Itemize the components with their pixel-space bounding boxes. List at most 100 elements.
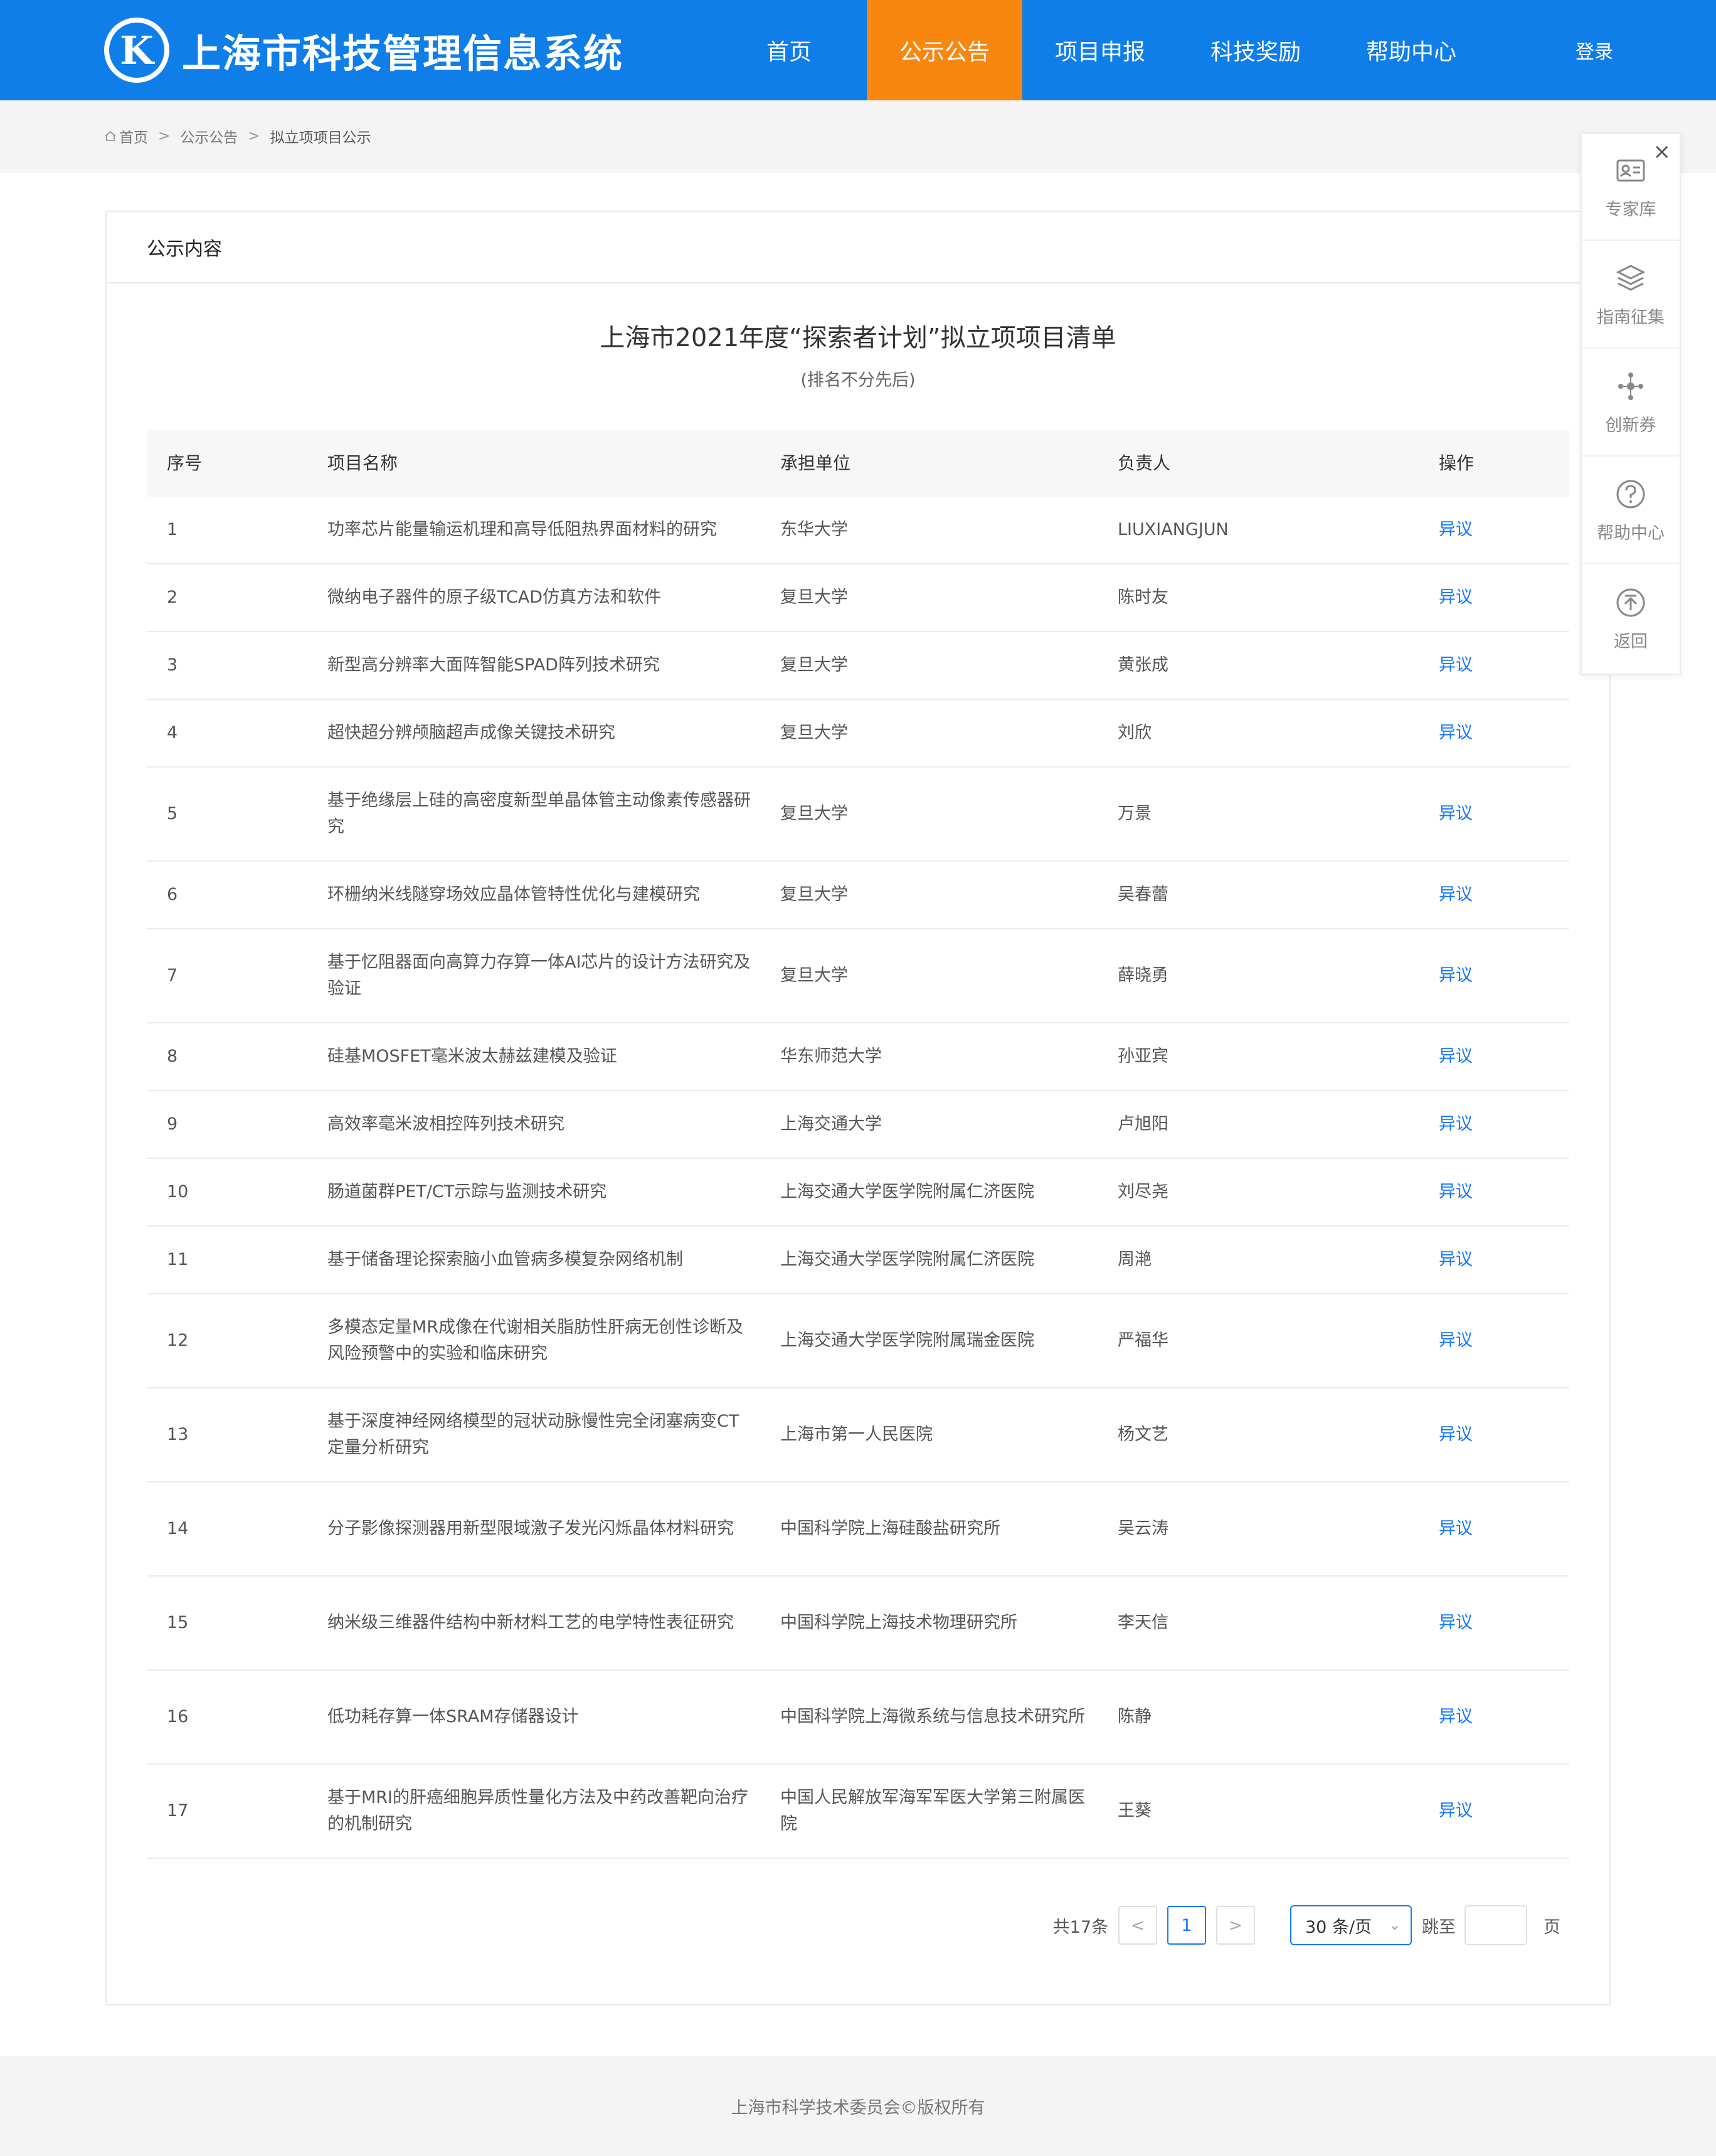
row-number: 15 — [167, 1613, 189, 1632]
id-card-icon — [1616, 159, 1645, 181]
table-row: 17 基于MRI的肝癌细胞异质性量化方法及中药改善靶向治疗的机制研究 中国人民解… — [147, 1765, 1569, 1859]
objection-link[interactable]: 异议 — [1439, 1247, 1473, 1273]
project-unit: 华东师范大学 — [780, 1047, 882, 1066]
project-name: 基于储备理论探索脑小血管病多模复杂网络机制 — [327, 1250, 683, 1269]
project-name: 多模态定量MR成像在代谢相关脂肪性肝病无创性诊断及风险预警中的实验和临床研究 — [327, 1318, 744, 1363]
breadcrumb-announcements[interactable]: 公示公告 — [180, 125, 238, 147]
side-float-menu: × 专家库 指南征集 创新券 帮助中心 返回 — [1581, 133, 1681, 675]
table-row: 9 高效率毫米波相控阵列技术研究 上海交通大学 卢旭阳 异议 — [147, 1091, 1569, 1159]
project-name: 高效率毫米波相控阵列技术研究 — [327, 1114, 564, 1134]
objection-link[interactable]: 异议 — [1439, 584, 1473, 611]
objection-link[interactable]: 异议 — [1439, 963, 1473, 989]
site-title: 上海市科技管理信息系统 — [182, 31, 624, 77]
objection-link[interactable]: 异议 — [1439, 720, 1473, 746]
row-number: 6 — [167, 885, 178, 904]
breadcrumb-home[interactable]: 首页 — [119, 125, 148, 147]
project-unit: 东华大学 — [780, 520, 848, 539]
side-item-innovation-voucher[interactable]: 创新券 — [1582, 350, 1680, 457]
pagination: 共17条 < 1 > 30 条/页 ⌄ 跳至 页 — [1053, 1905, 1560, 1945]
project-leader: 刘欣 — [1118, 723, 1152, 742]
project-name: 新型高分辨率大面阵智能SPAD阵列技术研究 — [327, 655, 660, 675]
objection-link[interactable]: 异议 — [1439, 1044, 1473, 1070]
project-table: 序号 项目名称 承担单位 负责人 操作 1 功率芯片能量输运机理和高导低阻热界面… — [147, 430, 1569, 1859]
row-number: 4 — [167, 723, 178, 742]
project-unit: 中国科学院上海硅酸盐研究所 — [780, 1519, 1000, 1538]
project-leader: 李天信 — [1118, 1613, 1168, 1632]
total-count: 共17条 — [1052, 1917, 1108, 1937]
project-unit: 中国人民解放军海军军医大学第三附属医院 — [780, 1788, 1085, 1834]
row-number: 13 — [167, 1425, 189, 1444]
table-row: 11 基于储备理论探索脑小血管病多模复杂网络机制 上海交通大学医学院附属仁济医院… — [147, 1227, 1569, 1294]
row-number: 9 — [167, 1114, 178, 1134]
row-number: 16 — [167, 1707, 189, 1726]
project-unit: 上海交通大学医学院附属仁济医院 — [780, 1250, 1034, 1269]
jump-page-input[interactable] — [1464, 1905, 1527, 1945]
prev-page-button[interactable]: < — [1118, 1906, 1157, 1945]
project-unit: 复旦大学 — [780, 588, 848, 607]
network-icon — [1618, 372, 1643, 400]
table-row: 2 微纳电子器件的原子级TCAD仿真方法和软件 复旦大学 陈时友 异议 — [147, 564, 1569, 632]
objection-link[interactable]: 异议 — [1439, 882, 1473, 908]
site-logo[interactable]: K 上海市科技管理信息系统 — [104, 18, 624, 83]
table-row: 14 分子影像探测器用新型限域激子发光闪烁晶体材料研究 中国科学院上海硅酸盐研究… — [147, 1482, 1569, 1577]
objection-link[interactable]: 异议 — [1439, 1422, 1473, 1448]
objection-link[interactable]: 异议 — [1439, 1179, 1473, 1205]
side-item-label: 帮助中心 — [1597, 523, 1665, 543]
nav-item-home[interactable]: 首页 — [711, 0, 867, 100]
objection-link[interactable]: 异议 — [1439, 1610, 1473, 1636]
objection-link[interactable]: 异议 — [1439, 1111, 1473, 1138]
login-link[interactable]: 登录 — [1576, 0, 1613, 100]
row-number: 1 — [167, 520, 178, 539]
side-item-guide-collection[interactable]: 指南征集 — [1582, 242, 1680, 349]
project-leader: 薛晓勇 — [1118, 966, 1168, 985]
project-leader: 孙亚宾 — [1118, 1047, 1168, 1066]
project-unit: 上海交通大学医学院附属瑞金医院 — [780, 1331, 1034, 1350]
table-row: 1 功率芯片能量输运机理和高导低阻热界面材料的研究 东华大学 LIUXIANGJ… — [147, 497, 1569, 564]
objection-link[interactable]: 异议 — [1439, 652, 1473, 679]
column-header-unit: 承担单位 — [780, 453, 851, 473]
panel-heading: 公示内容 — [107, 212, 1609, 283]
project-name: 肠道菌群PET/CT示踪与监测技术研究 — [327, 1182, 607, 1202]
back-to-top-icon — [1616, 588, 1645, 616]
objection-link[interactable]: 异议 — [1439, 801, 1473, 827]
project-leader: 吴春蕾 — [1118, 885, 1168, 904]
table-header: 序号 项目名称 承担单位 负责人 操作 — [147, 430, 1569, 497]
project-unit: 复旦大学 — [780, 655, 848, 675]
row-number: 10 — [167, 1182, 189, 1202]
footer: 上海市科学技术委员会©版权所有 — [0, 2056, 1716, 2156]
objection-link[interactable]: 异议 — [1439, 1328, 1473, 1354]
side-item-label: 专家库 — [1605, 199, 1656, 219]
side-item-expert-database[interactable]: 专家库 — [1582, 134, 1680, 241]
row-number: 5 — [167, 804, 178, 823]
nav-item-sci-tech-awards[interactable]: 科技奖励 — [1178, 0, 1333, 100]
row-number: 2 — [167, 588, 178, 607]
objection-link[interactable]: 异议 — [1439, 1798, 1473, 1824]
top-header: K 上海市科技管理信息系统 首页 公示公告 项目申报 科技奖励 帮助中心 登录 — [0, 0, 1716, 100]
table-row: 6 环栅纳米线隧穿场效应晶体管特性优化与建模研究 复旦大学 吴春蕾 异议 — [147, 862, 1569, 929]
nav-item-project-application[interactable]: 项目申报 — [1022, 0, 1178, 100]
objection-link[interactable]: 异议 — [1439, 517, 1473, 543]
side-item-help-center[interactable]: 帮助中心 — [1582, 458, 1680, 564]
table-row: 8 硅基MOSFET毫米波太赫兹建模及验证 华东师范大学 孙亚宾 异议 — [147, 1023, 1569, 1091]
side-item-back-to-top[interactable]: 返回 — [1582, 566, 1680, 672]
project-name: 基于深度神经网络模型的冠状动脉慢性完全闭塞病变CT定量分析研究 — [327, 1412, 739, 1457]
jump-label: 跳至 — [1422, 1917, 1456, 1937]
project-leader: LIUXIANGJUN — [1118, 520, 1229, 539]
page-size-select[interactable]: 30 条/页 ⌄ — [1290, 1905, 1412, 1945]
nav-item-help-center[interactable]: 帮助中心 — [1333, 0, 1489, 100]
objection-link[interactable]: 异议 — [1439, 1704, 1473, 1730]
project-leader: 黄张成 — [1118, 655, 1168, 675]
table-row: 16 低功耗存算一体SRAM存储器设计 中国科学院上海微系统与信息技术研究所 陈… — [147, 1671, 1569, 1765]
nav-item-announcements[interactable]: 公示公告 — [867, 0, 1022, 100]
next-page-button[interactable]: > — [1216, 1906, 1255, 1945]
breadcrumb-current: 拟立项项目公示 — [270, 130, 371, 146]
chevron-left-icon: < — [1130, 1915, 1145, 1935]
project-name: 分子影像探测器用新型限域激子发光闪烁晶体材料研究 — [327, 1519, 734, 1538]
page-button-current[interactable]: 1 — [1167, 1906, 1206, 1945]
objection-link[interactable]: 异议 — [1439, 1516, 1473, 1542]
side-item-label: 创新券 — [1605, 415, 1656, 435]
project-unit: 上海交通大学医学院附属仁济医院 — [780, 1182, 1034, 1202]
breadcrumb-separator: > — [248, 128, 260, 144]
table-row: 5 基于绝缘层上硅的高密度新型单晶体管主动像素传感器研究 复旦大学 万景 异议 — [147, 768, 1569, 862]
layers-icon — [1616, 264, 1646, 291]
